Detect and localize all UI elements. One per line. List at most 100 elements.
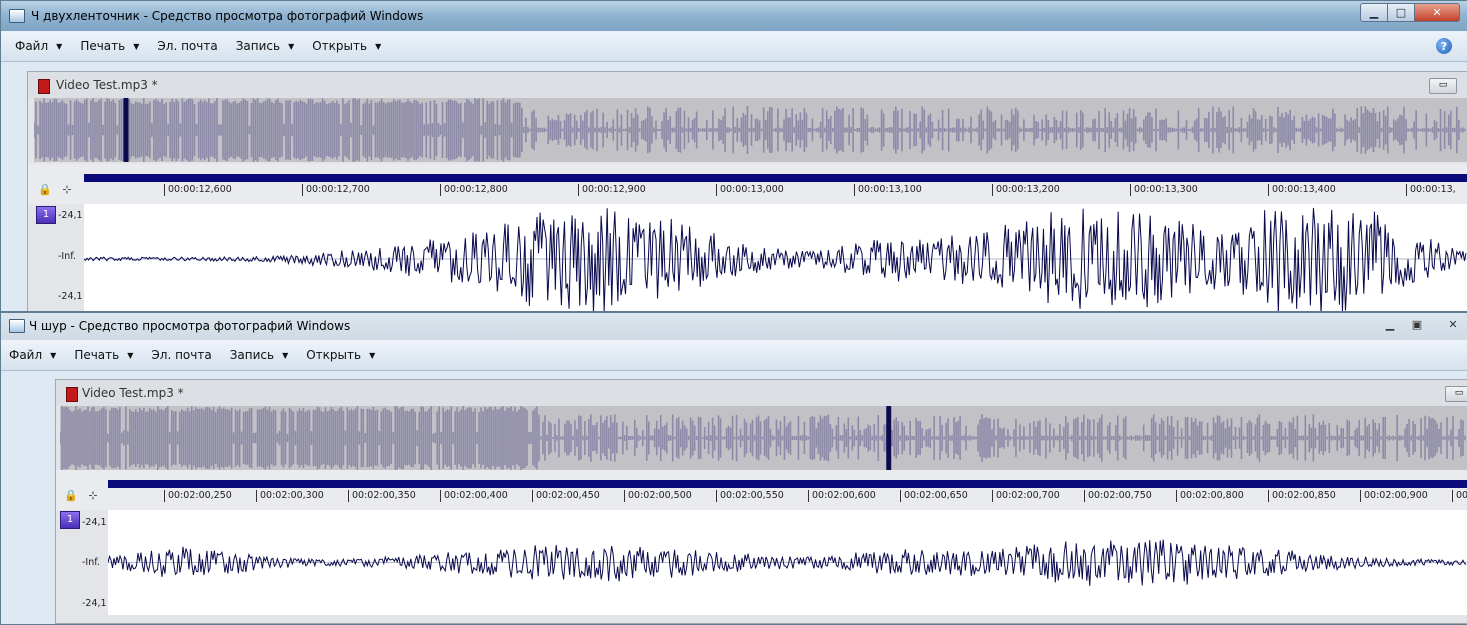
menu-file[interactable]: Файл ▼ — [9, 348, 56, 362]
track-header: Video Test.mp3 * ▭ — [28, 72, 1467, 98]
lock-icon[interactable]: 🔒 — [38, 183, 52, 196]
menu-file-label: Файл — [15, 39, 49, 53]
title-bar[interactable]: Ч шур - Средство просмотра фотографий Wi… — [1, 313, 1467, 340]
audio-file-icon — [66, 387, 78, 402]
ruler-tick-label: 00:02:00,650 — [900, 490, 968, 502]
window-title: Ч шур - Средство просмотра фотографий Wi… — [29, 319, 351, 333]
maximize-button[interactable]: □ — [1388, 3, 1415, 22]
menu-open-label: Открыть — [312, 39, 368, 53]
track-number-badge[interactable]: 1 — [36, 206, 56, 224]
chevron-down-icon: ▼ — [50, 350, 57, 360]
photo-viewer-window-1: Ч двухленточник - Средство просмотра фот… — [0, 0, 1467, 312]
menu-open-label: Открыть — [306, 348, 362, 362]
title-bar[interactable]: Ч двухленточник - Средство просмотра фот… — [1, 1, 1467, 31]
menu-burn-label: Запись — [229, 348, 275, 362]
maximize-button[interactable]: ▣ — [1404, 315, 1431, 334]
main-waveform-svg — [84, 207, 1467, 311]
minimize-button[interactable]: ▁ — [1360, 3, 1388, 22]
overview-waveform-path — [60, 406, 1466, 470]
ruler-tick-label: 00:00:13,400 — [1268, 184, 1336, 196]
minimize-button[interactable]: ▁ — [1376, 315, 1404, 334]
menu-file-label: Файл — [9, 348, 43, 362]
overview-waveform-svg — [34, 98, 1466, 162]
ruler-tick-label: 00:00:13,100 — [854, 184, 922, 196]
photo-viewer-window-2: Ч шур - Средство просмотра фотографий Wi… — [0, 312, 1467, 625]
ruler-bar[interactable] — [84, 174, 1467, 182]
minimize-track-button[interactable]: ▭ — [1429, 78, 1457, 94]
menu-file[interactable]: Файл ▼ — [15, 39, 62, 53]
playhead-marker — [123, 98, 129, 162]
chevron-down-icon: ▼ — [56, 41, 63, 51]
timeline-ruler[interactable]: 🔒 ⊹ 00:02:00,250 00:02:00,300 00:02:00,350… — [56, 470, 1467, 510]
main-waveform[interactable] — [84, 204, 1467, 311]
db-label-top: -24,1 — [82, 517, 107, 528]
ruler-tick-label: 00:02:00,450 — [532, 490, 600, 502]
ruler-bar[interactable] — [108, 480, 1467, 488]
snap-icon[interactable]: ⊹ — [86, 489, 100, 502]
ruler-tick-label: 00:02:00,500 — [624, 490, 692, 502]
waveform-path — [84, 207, 1467, 311]
chevron-down-icon: ▼ — [288, 41, 295, 51]
menu-email-label: Эл. почта — [157, 39, 218, 53]
main-waveform[interactable] — [108, 510, 1467, 615]
overview-waveform[interactable] — [60, 406, 1467, 470]
db-label-bottom: -24,1 — [82, 598, 107, 609]
ruler-tick-label: 00:00:13, — [1406, 184, 1456, 196]
chevron-down-icon: ▼ — [127, 350, 134, 360]
ruler-tick-label: 00:00:12,800 — [440, 184, 508, 196]
snap-icon[interactable]: ⊹ — [60, 183, 74, 196]
track-number-badge[interactable]: 1 — [60, 511, 80, 529]
chevron-down-icon: ▼ — [369, 350, 376, 360]
ruler-tick-label: 00:02:00,550 — [716, 490, 784, 502]
menu-bar: Файл ▼ Печать ▼ Эл. почта Запись ▼ Открыть ▼ — [1, 340, 1467, 371]
help-icon[interactable]: ? — [1436, 38, 1452, 54]
timeline-ruler[interactable]: 🔒 ⊹ 00:00:12,600 00:00:12,700 00:00:12,800… — [28, 164, 1467, 204]
file-title: Video Test.mp3 * — [82, 386, 184, 400]
menu-burn-label: Запись — [235, 39, 281, 53]
ruler-tick-labels: 00:00:12,600 00:00:12,700 00:00:12,800 00:0… — [84, 184, 1467, 198]
caption-buttons: ▁ ▣ ✕ — [1376, 315, 1467, 334]
lock-icon[interactable]: 🔒 — [64, 489, 78, 502]
menu-print-label: Печать — [74, 348, 120, 362]
ruler-tick-label: 00:02:00,900 — [1360, 490, 1428, 502]
menu-email[interactable]: Эл. почта — [157, 39, 217, 53]
menu-print[interactable]: Печать ▼ — [80, 39, 139, 53]
overview-waveform[interactable] — [34, 98, 1467, 162]
file-title: Video Test.mp3 * — [56, 78, 158, 92]
menu-email[interactable]: Эл. почта — [151, 348, 211, 362]
menu-print-label: Печать — [80, 39, 126, 53]
ruler-tick-label: 00:02:00,700 — [992, 490, 1060, 502]
db-label-center: -Inf. — [82, 557, 100, 568]
db-label-bottom: -24,1 — [58, 291, 83, 302]
menu-open[interactable]: Открыть ▼ — [312, 39, 381, 53]
close-button[interactable]: ✕ — [1415, 3, 1460, 22]
audio-editor-view: Video Test.mp3 * ▭ 🔒 ⊹ 00:00:12,600 00:00… — [27, 71, 1467, 311]
menu-burn[interactable]: Запись ▼ — [236, 39, 295, 53]
close-button[interactable]: ✕ — [1431, 315, 1467, 334]
ruler-tick-label: 00:00:13,000 — [716, 184, 784, 196]
photo-viewer-icon — [9, 319, 25, 333]
minimize-track-button[interactable]: ▭ — [1445, 386, 1467, 402]
chevron-down-icon: ▼ — [375, 41, 382, 51]
ruler-tick-labels: 00:02:00,250 00:02:00,300 00:02:00,350 00:0… — [108, 490, 1467, 504]
audio-file-icon — [38, 79, 50, 94]
ruler-tick-label: 00:00:12,900 — [578, 184, 646, 196]
overview-waveform-svg — [60, 406, 1466, 470]
ruler-tick-label: 00:02:00,250 — [164, 490, 232, 502]
menu-print[interactable]: Печать ▼ — [74, 348, 133, 362]
ruler-tick-label: 00:02:00,850 — [1268, 490, 1336, 502]
ruler-tick-label: 00:00:13,300 — [1130, 184, 1198, 196]
ruler-tick-label: 00:02:00,800 — [1176, 490, 1244, 502]
chevron-down-icon: ▼ — [282, 350, 289, 360]
overview-waveform-path — [34, 98, 1466, 162]
db-label-top: -24,1 — [58, 210, 83, 221]
main-waveform-svg — [108, 539, 1467, 586]
menu-open[interactable]: Открыть ▼ — [306, 348, 375, 362]
menu-bar: Файл ▼ Печать ▼ Эл. почта Запись ▼ Открыть ▼… — [1, 31, 1467, 62]
ruler-tick-label: 00:02:0 — [1452, 490, 1467, 502]
ruler-tick-label: 00:00:12,600 — [164, 184, 232, 196]
audio-editor-view: Video Test.mp3 * ▭ 🔒 ⊹ 00:02:00,250 00:02… — [55, 379, 1467, 624]
menu-burn[interactable]: Запись ▼ — [230, 348, 289, 362]
ruler-tick-label: 00:02:00,750 — [1084, 490, 1152, 502]
ruler-tick-label: 00:02:00,300 — [256, 490, 324, 502]
